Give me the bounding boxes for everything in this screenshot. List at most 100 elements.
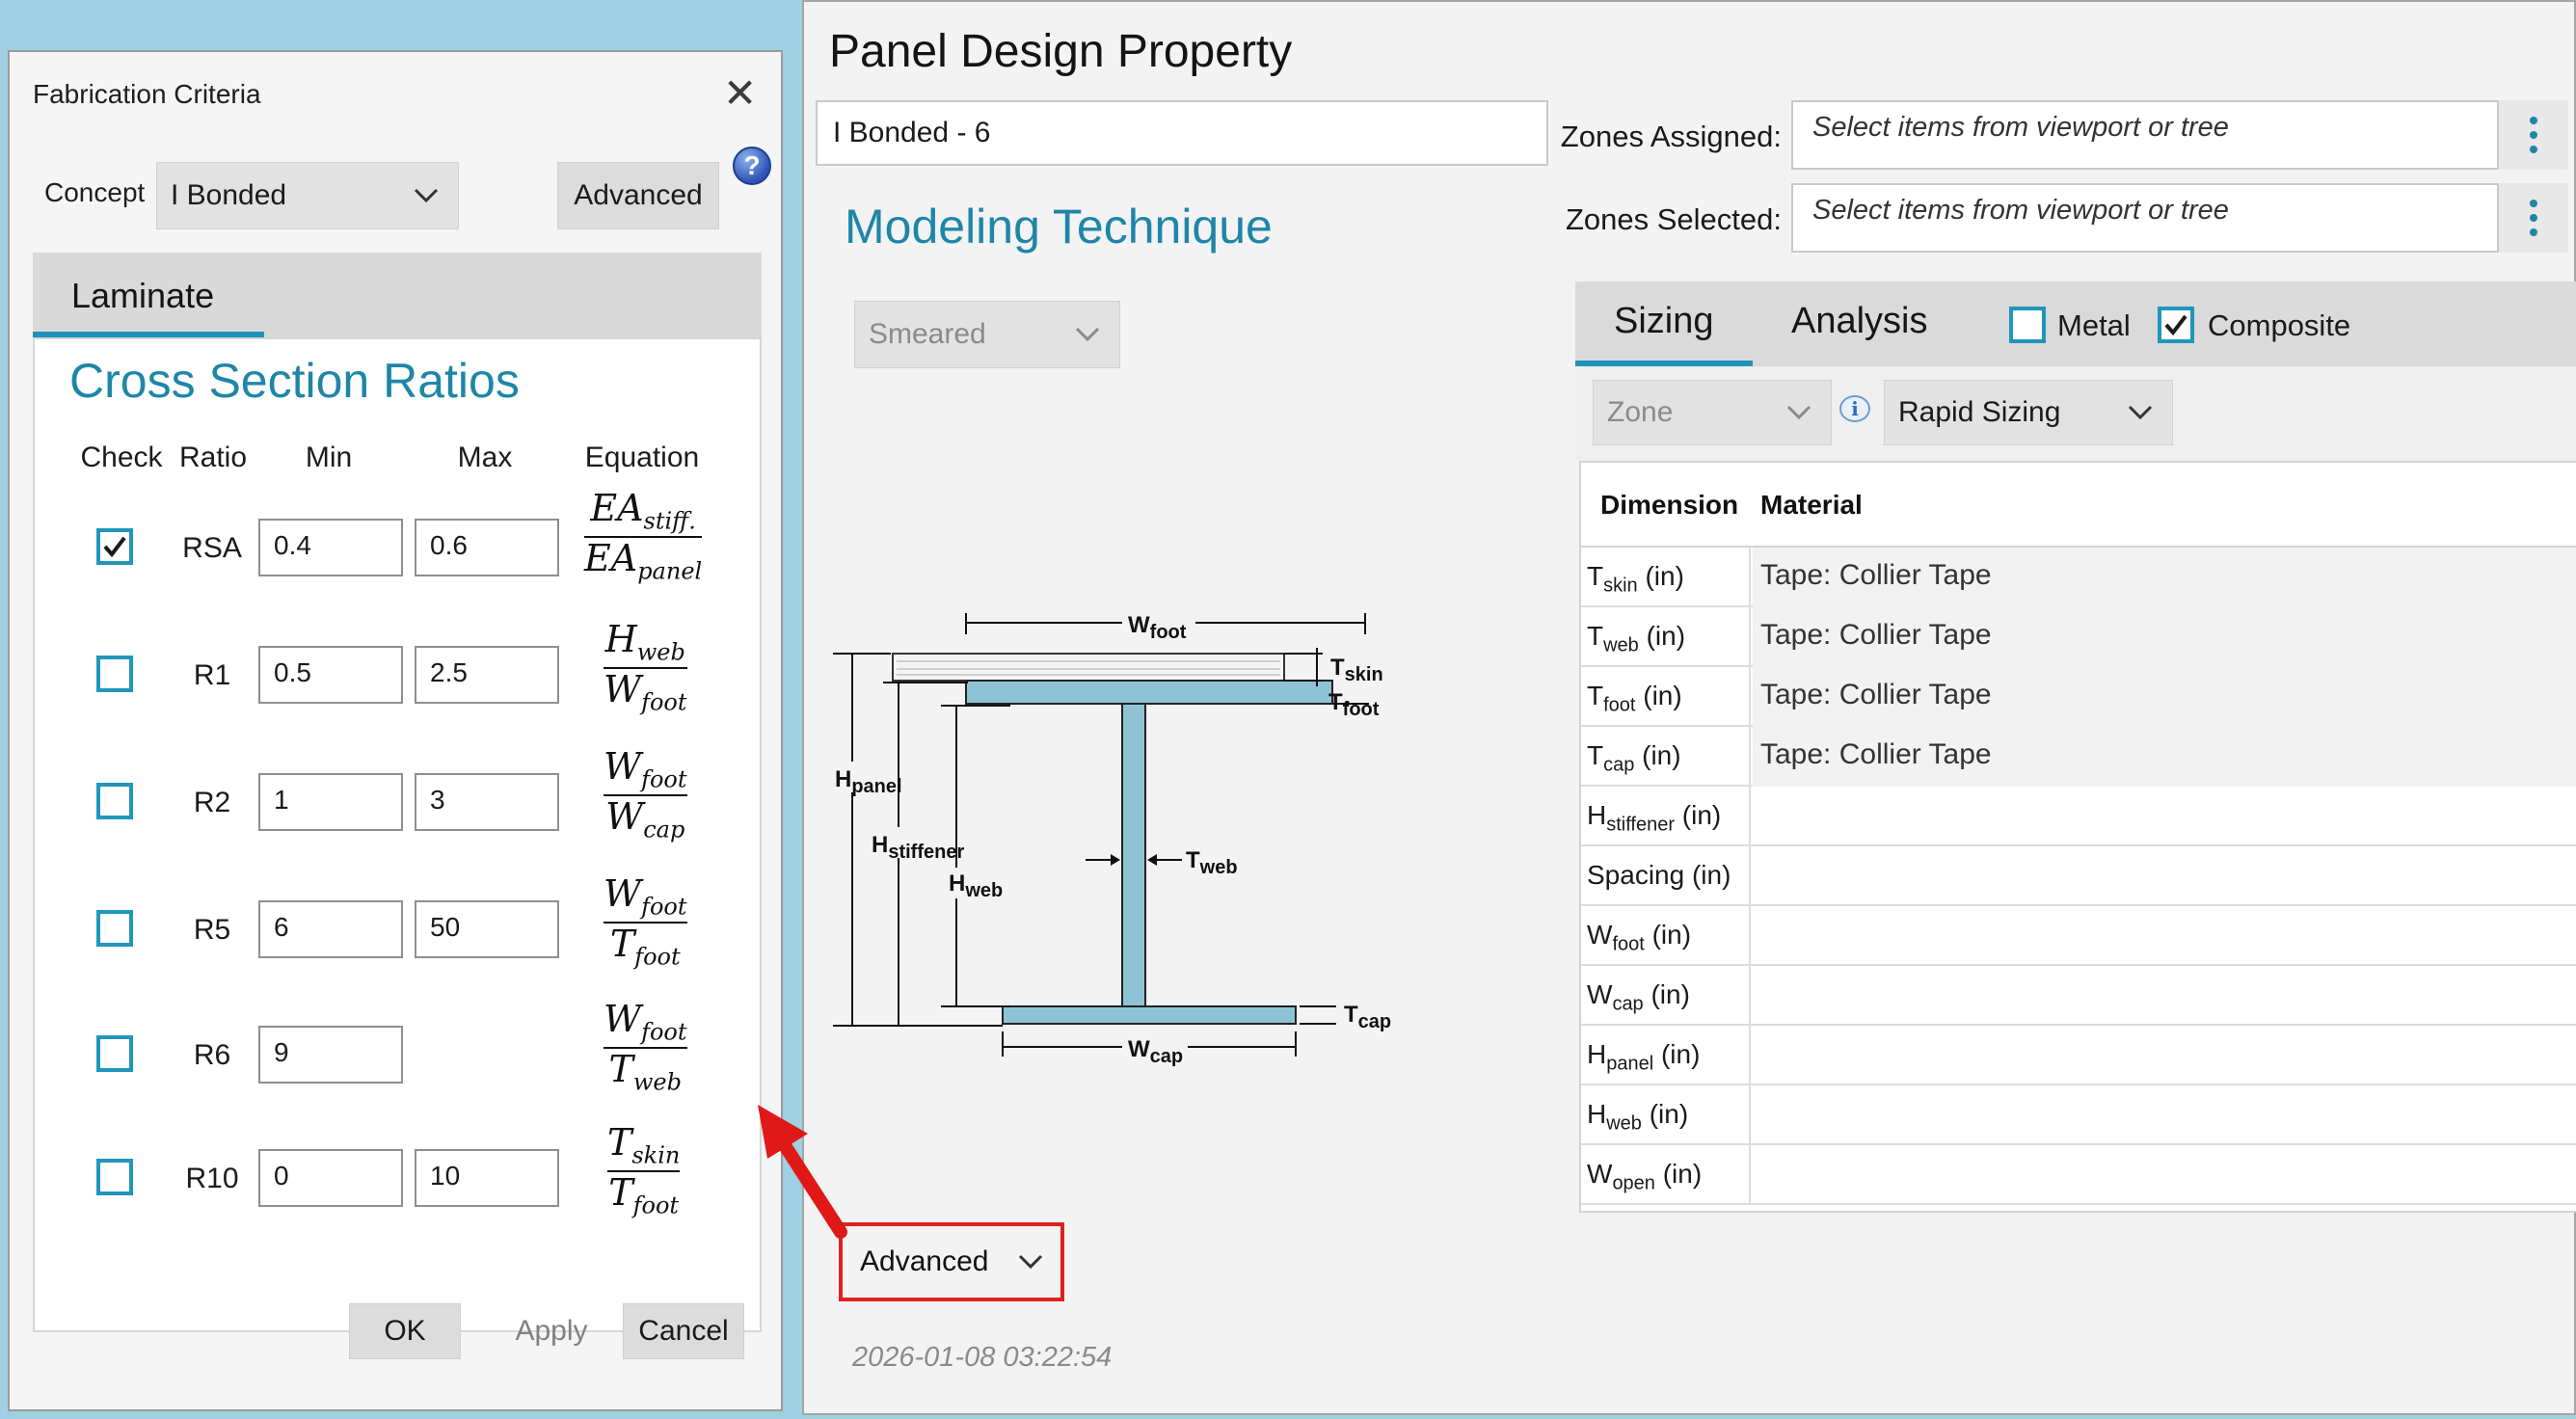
advanced-button[interactable]: Advanced <box>557 162 719 229</box>
check-r5[interactable] <box>96 910 133 947</box>
material-cell[interactable]: Tape: Collier Tape <box>1753 667 2576 727</box>
equation-r10: Tskin Tfoot <box>607 1121 681 1219</box>
material-cell[interactable]: Tape: Collier Tape <box>1753 548 2576 607</box>
table-row[interactable]: Tskin (in) Tape: Collier Tape <box>1581 548 2576 607</box>
col-min: Min <box>305 442 353 473</box>
table-row[interactable]: Hpanel (in) <box>1581 1026 2576 1085</box>
min-input-r2[interactable]: 1 <box>258 773 403 831</box>
dimension-cell: Tskin (in) <box>1581 548 1751 607</box>
modeling-technique-title: Modeling Technique <box>845 200 1273 254</box>
dimension-cell: Hpanel (in) <box>1581 1026 1751 1085</box>
panel-design-property-window: Panel Design Property I Bonded - 6 Model… <box>802 0 2576 1415</box>
rapid-sizing-dropdown[interactable]: Rapid Sizing <box>1884 380 2173 445</box>
material-cell[interactable] <box>1753 1145 2576 1205</box>
max-input-rsa[interactable]: 0.6 <box>415 519 559 576</box>
more-options-icon[interactable] <box>2499 183 2568 253</box>
min-input-r5[interactable]: 6 <box>258 900 403 958</box>
material-cell[interactable] <box>1753 906 2576 966</box>
more-options-icon[interactable] <box>2499 100 2568 170</box>
table-row[interactable]: Wfoot (in) <box>1581 906 2576 966</box>
chevron-down-icon <box>2128 405 2153 420</box>
annotation-arrow-icon <box>758 1105 847 1239</box>
composite-checkbox[interactable] <box>2158 307 2194 343</box>
col-ratio: Ratio <box>178 442 248 473</box>
zones-selected-label: Zones Selected: <box>1565 202 1782 236</box>
material-cell[interactable] <box>1753 846 2576 906</box>
table-row[interactable]: Spacing (in) <box>1581 846 2576 906</box>
check-rsa[interactable] <box>96 528 133 565</box>
metal-checkbox[interactable] <box>2009 307 2046 343</box>
max-input-r5[interactable]: 50 <box>415 900 559 958</box>
property-name-field[interactable]: I Bonded - 6 <box>816 100 1548 166</box>
zone-dropdown[interactable]: Zone <box>1593 380 1832 445</box>
dimension-cell: Spacing (in) <box>1581 846 1751 906</box>
metal-label: Metal <box>2057 308 2131 342</box>
dimension-cell: Wopen (in) <box>1581 1145 1751 1205</box>
apply-button[interactable]: Apply <box>492 1303 611 1359</box>
web-shape <box>1121 703 1146 1007</box>
composite-label: Composite <box>2208 308 2351 342</box>
material-cell[interactable] <box>1753 1026 2576 1085</box>
advanced-dropdown[interactable]: Advanced <box>845 1228 1059 1296</box>
help-icon[interactable]: ? <box>733 147 771 185</box>
ratio-row-r6: R6 9 Wfoot Tweb <box>35 997 764 1112</box>
dimension-cell: Hweb (in) <box>1581 1085 1751 1145</box>
concept-label: Concept <box>44 177 146 207</box>
zones-selected-input[interactable]: Select items from viewport or tree <box>1791 183 2499 253</box>
close-icon[interactable]: ✕ <box>723 73 757 114</box>
checkmark-icon <box>2164 314 2187 336</box>
table-row[interactable]: Wcap (in) <box>1581 966 2576 1026</box>
tab-laminate[interactable]: Laminate <box>71 276 214 316</box>
material-cell[interactable]: Tape: Collier Tape <box>1753 727 2576 787</box>
material-cell[interactable] <box>1753 1085 2576 1145</box>
check-r10[interactable] <box>96 1159 133 1195</box>
check-r2[interactable] <box>96 783 133 819</box>
checkmark-icon <box>103 536 126 558</box>
table-row[interactable]: Wopen (in) <box>1581 1145 2576 1205</box>
concept-dropdown[interactable]: I Bonded <box>156 162 459 229</box>
chevron-down-icon <box>1075 327 1100 342</box>
page-title: Panel Design Property <box>829 26 1293 77</box>
cancel-button[interactable]: Cancel <box>623 1303 744 1359</box>
max-input-r2[interactable]: 3 <box>415 773 559 831</box>
ratio-name: R10 <box>185 1163 239 1194</box>
min-input-r10[interactable]: 0 <box>258 1149 403 1207</box>
equation-r2: Wfoot Wcap <box>604 745 687 843</box>
ratio-name: R6 <box>193 1039 231 1071</box>
section-title: Cross Section Ratios <box>69 354 520 408</box>
table-row[interactable]: Hweb (in) <box>1581 1085 2576 1145</box>
modeling-technique-dropdown[interactable]: Smeared <box>854 301 1120 368</box>
tab-sizing[interactable]: Sizing <box>1614 301 1714 342</box>
min-input-rsa[interactable]: 0.4 <box>258 519 403 576</box>
equation-r6: Wfoot Tweb <box>604 998 687 1096</box>
zones-assigned-input[interactable]: Select items from viewport or tree <box>1791 100 2499 170</box>
zones-selected-field: Select items from viewport or tree <box>1791 183 2568 253</box>
ratio-row-rsa: RSA 0.4 0.6 EAstiff. EApanel <box>35 489 764 605</box>
grid-header: Dimension Material <box>1581 463 2576 548</box>
cross-section-panel: Cross Section Ratios Check Ratio Min Max… <box>33 337 762 1332</box>
dimension-cell: Wcap (in) <box>1581 966 1751 1026</box>
ratio-row-r10: R10 0 10 Tskin Tfoot <box>35 1120 764 1236</box>
min-input-r6[interactable]: 9 <box>258 1026 403 1084</box>
ok-button[interactable]: OK <box>349 1303 461 1359</box>
advanced-dropdown-label: Advanced <box>860 1245 989 1277</box>
material-cell[interactable]: Tape: Collier Tape <box>1753 607 2576 667</box>
table-row[interactable]: Hstiffener (in) <box>1581 787 2576 846</box>
check-r6[interactable] <box>96 1035 133 1072</box>
ratio-name: R1 <box>193 659 231 691</box>
grid-header-material: Material <box>1760 490 1863 520</box>
material-cell[interactable] <box>1753 966 2576 1026</box>
tab-analysis[interactable]: Analysis <box>1791 301 1928 342</box>
dimension-cell: Tweb (in) <box>1581 607 1751 667</box>
zones-assigned-label: Zones Assigned: <box>1560 120 1782 153</box>
material-cell[interactable] <box>1753 787 2576 846</box>
table-row[interactable]: Tfoot (in) Tape: Collier Tape <box>1581 667 2576 727</box>
table-row[interactable]: Tweb (in) Tape: Collier Tape <box>1581 607 2576 667</box>
info-icon[interactable]: i <box>1839 395 1870 422</box>
table-row[interactable]: Tcap (in) Tape: Collier Tape <box>1581 727 2576 787</box>
max-input-r1[interactable]: 2.5 <box>415 646 559 704</box>
max-input-r10[interactable]: 10 <box>415 1149 559 1207</box>
check-r1[interactable] <box>96 656 133 692</box>
min-input-r1[interactable]: 0.5 <box>258 646 403 704</box>
chevron-down-icon <box>1018 1254 1043 1270</box>
